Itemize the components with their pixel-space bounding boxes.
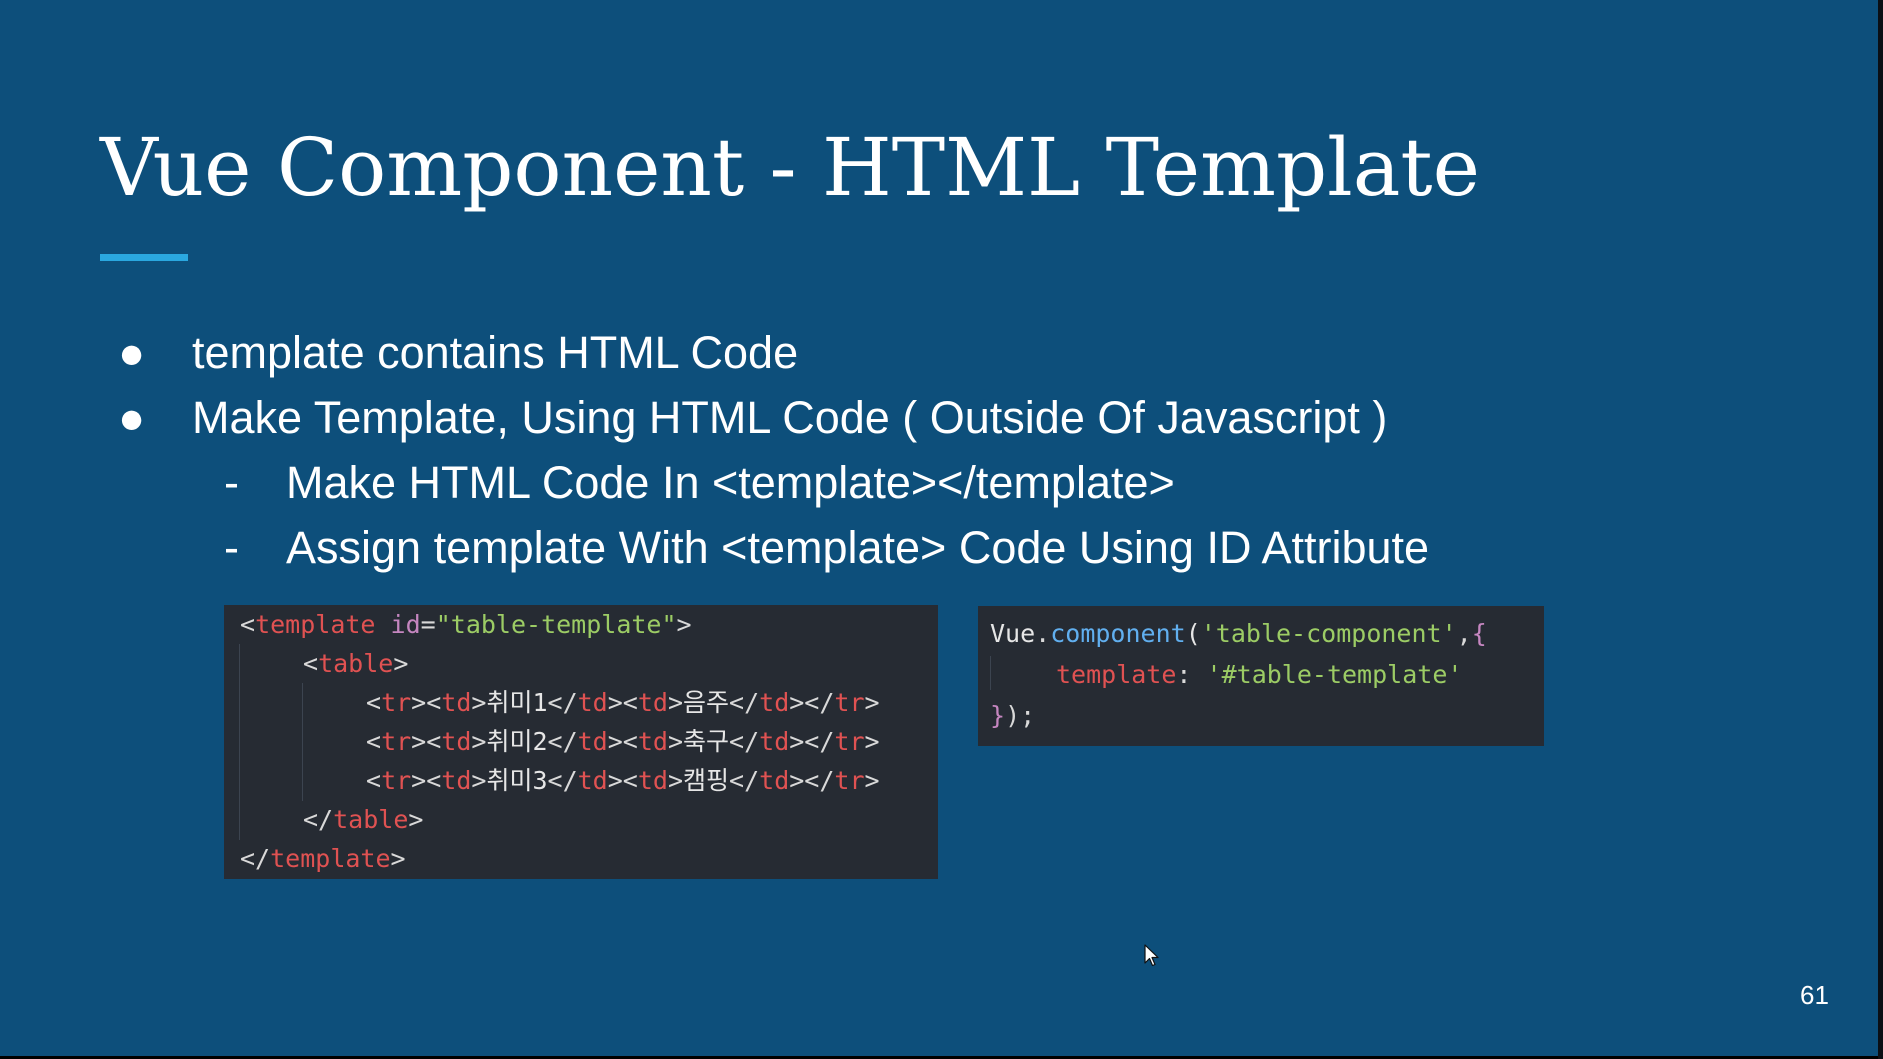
code-line: template: '#table-template': [1056, 660, 1463, 689]
vue-component-code-block: Vue.component('table-component',{ templa…: [978, 606, 1544, 746]
bullet-marker: ●: [118, 327, 146, 378]
title-underline: [100, 254, 188, 261]
code-line: <table>: [303, 649, 409, 678]
bullet-text: Make Template, Using HTML Code ( Outside…: [192, 392, 1388, 443]
code-line: <tr><td>취미3</td><td>캠핑</td></tr>: [366, 766, 880, 795]
page-number: 61: [1800, 980, 1829, 1010]
bullet-marker: ●: [118, 392, 146, 443]
indent-guide: [239, 644, 240, 840]
sub-bullet-marker: -: [224, 522, 239, 573]
sub-bullet-marker: -: [224, 457, 239, 508]
sub-bullet-text: Make HTML Code In <template></template>: [286, 457, 1175, 508]
code-line: Vue.component('table-component',{: [990, 619, 1487, 648]
bullet-text: template contains HTML Code: [192, 327, 799, 378]
code-line: </table>: [303, 805, 424, 834]
indent-guide: [990, 656, 991, 690]
indent-guide: [302, 683, 303, 801]
mouse-pointer-icon: [1144, 944, 1159, 967]
code-line: <template id="table-template">: [240, 610, 692, 639]
code-line: </template>: [240, 844, 406, 873]
html-template-code-block: <template id="table-template"> <table> <…: [224, 605, 938, 879]
code-line: <tr><td>취미2</td><td>축구</td></tr>: [366, 727, 880, 756]
slide: Vue Component - HTML Template ● template…: [0, 0, 1878, 1056]
sub-bullet-text: Assign template With <template> Code Usi…: [286, 522, 1430, 573]
screen-edge: [1878, 0, 1883, 1059]
code-line: });: [990, 701, 1036, 730]
slide-title: Vue Component - HTML Template: [100, 121, 1480, 214]
code-line: <tr><td>취미1</td><td>음주</td></tr>: [366, 688, 880, 717]
